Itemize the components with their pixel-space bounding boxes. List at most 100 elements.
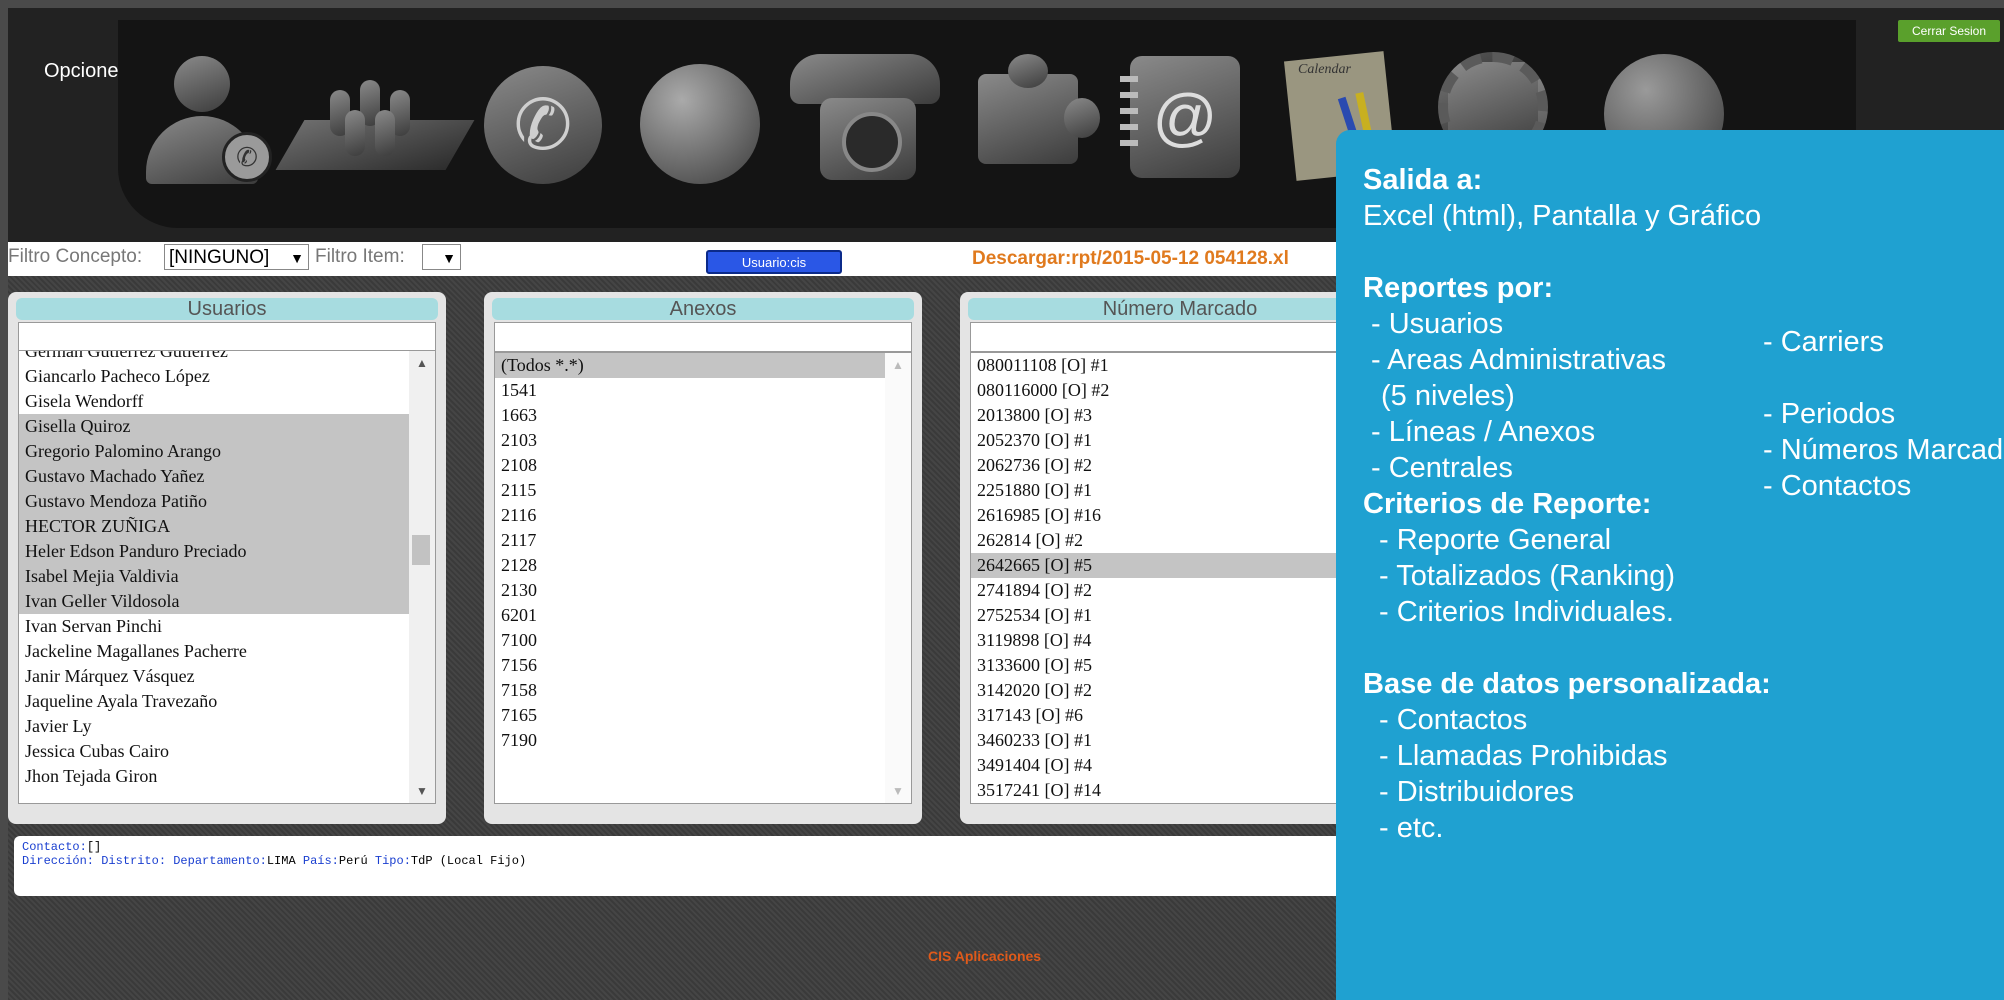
list-item[interactable]: 2013800 [O] #3 [971, 403, 1389, 428]
usuarios-scrollbar[interactable]: ▲ ▼ [409, 351, 435, 803]
list-item[interactable]: 262814 [O] #2 [971, 528, 1389, 553]
scroll-up-icon[interactable]: ▲ [409, 353, 435, 373]
list-item[interactable]: 2062736 [O] #2 [971, 453, 1389, 478]
list-item[interactable]: 317143 [O] #6 [971, 703, 1389, 728]
numero-marcado-panel-title: Número Marcado [968, 298, 1392, 320]
list-item[interactable]: 3517241 [O] #14 [971, 778, 1389, 803]
list-item[interactable]: 080116000 [O] #2 [971, 378, 1389, 403]
numero-marcado-panel: Número Marcado 080011108 [O] #1 080116000… [960, 292, 1400, 824]
list-item[interactable]: 2616985 [O] #16 [971, 503, 1389, 528]
list-item[interactable]: Heler Edson Panduro Preciado [19, 539, 435, 564]
list-item[interactable]: 2103 [495, 428, 911, 453]
network-globe-icon[interactable] [640, 64, 760, 184]
reporte-item: - Contactos [1763, 470, 1912, 502]
address-book-icon[interactable]: @ [1120, 56, 1244, 180]
list-item[interactable]: 2642665 [O] #5 [971, 553, 1389, 578]
list-item[interactable]: Gregorio Palomino Arango [19, 439, 435, 464]
criterio-item: - Totalizados (Ranking) [1379, 560, 1676, 592]
list-item[interactable]: 7156 [495, 653, 911, 678]
list-item[interactable]: Gustavo Machado Yañez [19, 464, 435, 489]
anexos-list[interactable]: (Todos *.*) 1541 1663 2103 2108 2115 2116 2117 2… [494, 352, 912, 804]
user-phone-icon[interactable]: ✆ [146, 56, 272, 186]
list-item[interactable]: 2116 [495, 503, 911, 528]
tipo-label: Tipo: [374, 854, 411, 868]
list-item[interactable]: German Gutierrez Gutierrez [19, 351, 435, 364]
areas-icon[interactable] [275, 80, 475, 180]
anexos-scrollbar[interactable]: ▲ ▼ [885, 353, 911, 803]
list-item[interactable]: Jaqueline Ayala Travezaño [19, 689, 435, 714]
list-item[interactable]: 2128 [495, 553, 911, 578]
puzzle-icon[interactable] [964, 54, 1100, 180]
list-item[interactable]: 7165 [495, 703, 911, 728]
scroll-thumb[interactable] [412, 535, 430, 565]
usuarios-list[interactable]: German Gutierrez Gutierrez Giancarlo Pach… [18, 350, 436, 804]
reporte-item: - Carriers [1763, 326, 1884, 358]
list-item[interactable]: 3491404 [O] #4 [971, 753, 1389, 778]
list-item[interactable]: 3133600 [O] #5 [971, 653, 1389, 678]
reporte-item: - Periodos [1763, 398, 1896, 430]
list-item[interactable]: 2115 [495, 478, 911, 503]
numero-marcado-search-input[interactable] [970, 322, 1390, 352]
usuarios-panel-title: Usuarios [16, 298, 438, 320]
scroll-down-icon[interactable]: ▼ [885, 781, 911, 801]
anexos-panel-title: Anexos [492, 298, 914, 320]
list-item[interactable]: 1541 [495, 378, 911, 403]
old-telephone-icon[interactable] [790, 54, 940, 184]
departamento-value: LIMA [266, 854, 296, 868]
list-item[interactable]: Janir Márquez Vásquez [19, 664, 435, 689]
phone-icon[interactable]: ✆ [484, 66, 602, 184]
list-item[interactable]: Giancarlo Pacheco López [19, 364, 435, 389]
usuarios-search-input[interactable] [18, 322, 436, 352]
list-item[interactable]: 2251880 [O] #1 [971, 478, 1389, 503]
filter-item-select[interactable]: ▼ [422, 244, 461, 270]
salida-text: Excel (html), Pantalla y Gráfico [1363, 200, 1762, 232]
base-item: - Contactos [1379, 704, 1528, 736]
list-item[interactable]: Jhon Tejada Giron [19, 764, 435, 789]
list-item[interactable]: Gisella Quiroz [19, 414, 435, 439]
list-item[interactable]: 3142020 [O] #2 [971, 678, 1389, 703]
anexos-search-input[interactable] [494, 322, 912, 352]
list-item[interactable]: 2117 [495, 528, 911, 553]
list-item[interactable]: (Todos *.*) [495, 353, 911, 378]
list-item[interactable]: 2052370 [O] #1 [971, 428, 1389, 453]
list-item[interactable]: Jessica Cubas Cairo [19, 739, 435, 764]
footer-text: CIS Aplicaciones [928, 948, 1042, 964]
list-item[interactable]: Ivan Geller Vildosola [19, 589, 435, 614]
base-title: Base de datos personalizada: [1363, 668, 1771, 700]
list-item[interactable]: 2752534 [O] #1 [971, 603, 1389, 628]
scroll-down-icon[interactable]: ▼ [409, 781, 435, 801]
reportes-title: Reportes por: [1363, 272, 1554, 304]
list-item[interactable]: 080011108 [O] #1 [971, 353, 1389, 378]
user-button[interactable]: Usuario:cis [706, 250, 842, 274]
list-item[interactable]: 6201 [495, 603, 911, 628]
list-item[interactable]: 7100 [495, 628, 911, 653]
list-item[interactable]: Javier Ly [19, 714, 435, 739]
list-item[interactable]: Ivan Servan Pinchi [19, 614, 435, 639]
filter-concept-select[interactable]: [NINGUNO] ▼ [164, 244, 309, 270]
list-item[interactable]: 3460233 [O] #1 [971, 728, 1389, 753]
list-item[interactable]: Gustavo Mendoza Patiño [19, 489, 435, 514]
pais-label: País: [302, 854, 339, 868]
criterio-item: - Criterios Individuales. [1379, 596, 1674, 628]
list-item[interactable]: Isabel Mejia Valdivia [19, 564, 435, 589]
options-label: Opciones [44, 60, 129, 82]
contact-details: Contacto:[] Dirección: Distrito: Departa… [14, 836, 1354, 896]
reporte-item: (5 niveles) [1381, 380, 1515, 412]
list-item[interactable]: 1663 [495, 403, 911, 428]
download-link[interactable]: Descargar:rpt/2015-05-12 054128.xl [972, 248, 1289, 270]
list-item[interactable]: 2130 [495, 578, 911, 603]
list-item[interactable]: 2741894 [O] #2 [971, 578, 1389, 603]
base-item: - Llamadas Prohibidas [1379, 740, 1668, 772]
logout-button[interactable]: Cerrar Sesion [1898, 20, 2000, 42]
contacto-label: Contacto: [22, 840, 87, 854]
list-item[interactable]: 2108 [495, 453, 911, 478]
list-item[interactable]: 3119898 [O] #4 [971, 628, 1389, 653]
numero-marcado-list[interactable]: 080011108 [O] #1 080116000 [O] #2 2013800 … [970, 352, 1390, 804]
list-item[interactable]: 7158 [495, 678, 911, 703]
anexos-panel: Anexos (Todos *.*) 1541 1663 2103 2108 2115 21… [484, 292, 922, 824]
list-item[interactable]: Gisela Wendorff [19, 389, 435, 414]
scroll-up-icon[interactable]: ▲ [885, 355, 911, 375]
list-item[interactable]: HECTOR ZUÑIGA [19, 514, 435, 539]
list-item[interactable]: Jackeline Magallanes Pacherre [19, 639, 435, 664]
list-item[interactable]: 7190 [495, 728, 911, 753]
